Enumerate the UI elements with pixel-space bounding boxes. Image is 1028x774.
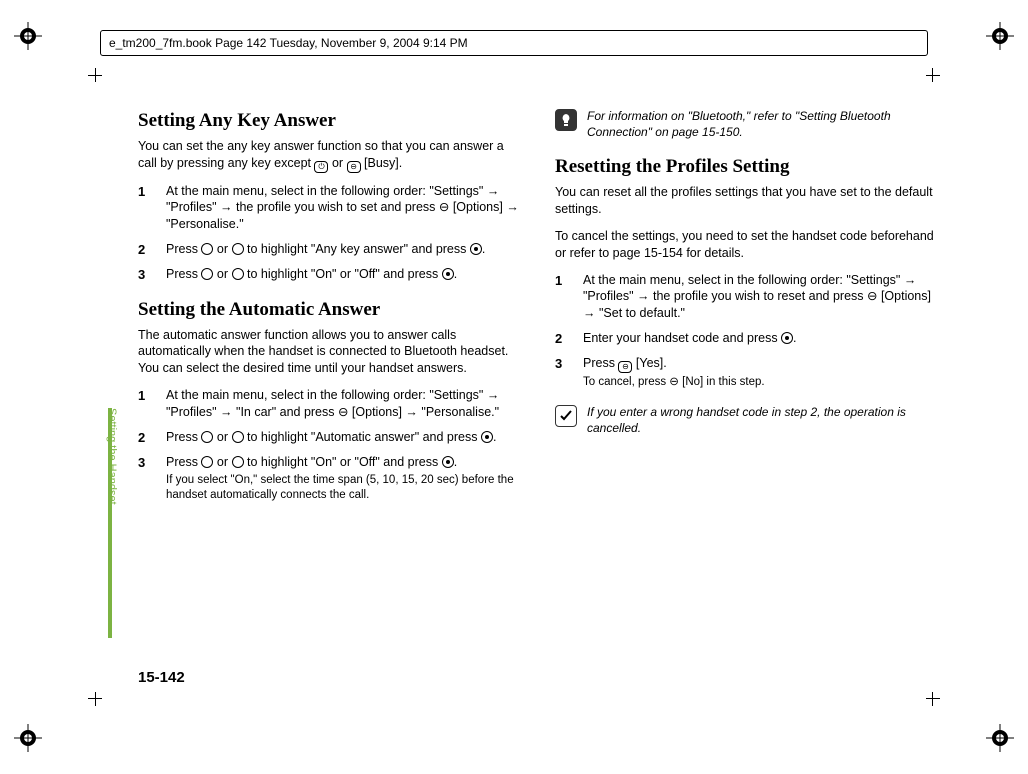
nav-down-icon [232,431,244,443]
crop-mark-icon [926,692,946,712]
center-key-icon [442,456,454,468]
intro-reset-1: You can reset all the profiles settings … [555,184,938,218]
crop-mark-icon [926,62,946,82]
right-column: For information on "Bluetooth," refer to… [555,108,938,664]
info-note: For information on "Bluetooth," refer to… [555,108,938,140]
end-key-icon: ⏻ [314,161,328,173]
step-item: 3Press or to highlight "On" or "Off" and… [138,454,521,503]
step-item: 1At the main menu, select in the followi… [138,387,521,421]
check-note: If you enter a wrong handset code in ste… [555,404,938,436]
intro-any-key: You can set the any key answer function … [138,138,521,173]
crop-mark-icon [82,62,102,82]
step-item: 2Enter your handset code and press . [555,330,938,347]
center-key-icon [470,243,482,255]
page-header: e_tm200_7fm.book Page 142 Tuesday, Novem… [100,30,928,56]
steps-auto-answer: 1At the main menu, select in the followi… [138,387,521,502]
registration-mark-icon [986,724,1014,752]
nav-down-icon [232,243,244,255]
registration-mark-icon [14,724,42,752]
check-note-text: If you enter a wrong handset code in ste… [587,404,938,436]
heading-any-key-answer: Setting Any Key Answer [138,108,521,134]
checkmark-icon [555,405,577,427]
crop-mark-icon [82,692,102,712]
intro-reset-2: To cancel the settings, you need to set … [555,228,938,262]
page-number: 15-142 [138,669,185,686]
info-note-text: For information on "Bluetooth," refer to… [587,108,938,140]
step-item: 1At the main menu, select in the followi… [555,272,938,323]
step-item: 1At the main menu, select in the followi… [138,183,521,234]
softkey-icon: ⊖ [347,161,361,173]
center-key-icon [442,268,454,280]
steps-any-key: 1At the main menu, select in the followi… [138,183,521,283]
lightbulb-icon [555,109,577,131]
nav-up-icon [201,431,213,443]
step-subnote: If you select "On," select the time span… [166,473,521,503]
steps-reset: 1At the main menu, select in the followi… [555,272,938,390]
section-tab-label: Setting the Handset [106,408,118,505]
softkey-icon: ⊖ [618,361,632,373]
nav-down-icon [232,456,244,468]
nav-up-icon [201,456,213,468]
step-subnote: To cancel, press ⊖ [No] in this step. [583,375,938,390]
heading-auto-answer: Setting the Automatic Answer [138,297,521,323]
registration-mark-icon [986,22,1014,50]
intro-auto-answer: The automatic answer function allows you… [138,327,521,378]
nav-down-icon [232,268,244,280]
heading-reset-profiles: Resetting the Profiles Setting [555,154,938,180]
page-header-text: e_tm200_7fm.book Page 142 Tuesday, Novem… [109,36,468,50]
nav-up-icon [201,268,213,280]
step-item: 3Press or to highlight "On" or "Off" and… [138,266,521,283]
nav-up-icon [201,243,213,255]
step-item: 3Press ⊖ [Yes]. To cancel, press ⊖ [No] … [555,355,938,390]
section-tab: Setting the Handset [108,408,122,638]
step-item: 2Press or to highlight "Automatic answer… [138,429,521,446]
registration-mark-icon [14,22,42,50]
left-column: Setting Any Key Answer You can set the a… [138,108,521,664]
center-key-icon [781,332,793,344]
center-key-icon [481,431,493,443]
step-item: 2Press or to highlight "Any key answer" … [138,241,521,258]
